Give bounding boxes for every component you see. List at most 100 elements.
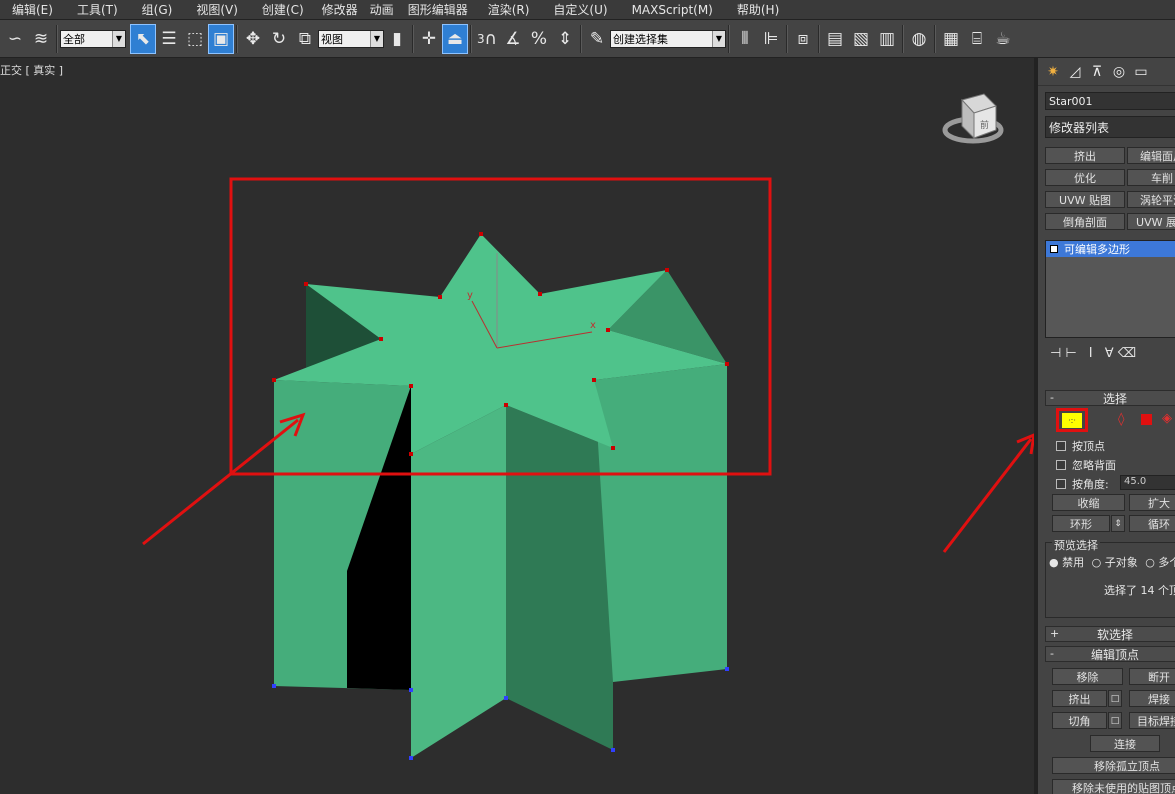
- edge-mode-icon[interactable]: ◊: [1118, 412, 1124, 427]
- expand-icon[interactable]: [1050, 245, 1058, 253]
- menu-create[interactable]: 创建(C): [250, 1, 316, 18]
- create-tab-icon[interactable]: ✷: [1042, 61, 1064, 83]
- selection-rollout-header[interactable]: - 选择: [1045, 390, 1175, 406]
- modifier-uvw-map-button[interactable]: UVW 贴图: [1045, 191, 1125, 208]
- keyboard-shortcut-override-icon[interactable]: ⏏: [442, 23, 468, 54]
- menu-tools[interactable]: 工具(T): [65, 1, 130, 18]
- modify-tab-icon[interactable]: ◿: [1064, 61, 1086, 83]
- break-vertex-button[interactable]: 断开: [1129, 668, 1175, 685]
- menu-animation[interactable]: 动画: [364, 1, 400, 18]
- polygon-mode-icon[interactable]: [1141, 414, 1152, 425]
- menu-views[interactable]: 视图(V): [184, 1, 250, 18]
- radio-icon[interactable]: ○: [1145, 556, 1155, 569]
- modifier-bevel-profile-button[interactable]: 倒角剖面: [1045, 213, 1125, 230]
- pin-stack-icon[interactable]: ⊣⊢: [1050, 346, 1081, 361]
- menu-rendering[interactable]: 渲染(R): [476, 1, 542, 18]
- selection-filter-dropdown[interactable]: 全部 ▼: [60, 29, 126, 48]
- weld-vertex-button[interactable]: 焊接: [1129, 690, 1175, 707]
- rotate-icon[interactable]: ↻: [266, 24, 292, 54]
- vertex-mode-icon[interactable]: ·:·: [1061, 412, 1083, 429]
- angle-snap-icon[interactable]: ∡: [500, 24, 526, 54]
- viewport-label[interactable]: 正交 [ 真实 ]: [0, 62, 63, 78]
- soft-selection-rollout-header[interactable]: + 软选择: [1045, 626, 1175, 642]
- modifier-turbosmooth-button[interactable]: 涡轮平滑: [1127, 191, 1175, 208]
- modifier-extrude-button[interactable]: 挤出: [1045, 147, 1125, 164]
- viewport[interactable]: x y 前 正交 [ 真实 ]: [0, 58, 1034, 794]
- remove-unused-map-vertices-button[interactable]: 移除未使用的贴图顶点: [1052, 779, 1175, 794]
- curve-editor-icon[interactable]: ▧: [848, 24, 874, 54]
- connect-vertex-button[interactable]: 连接: [1090, 735, 1160, 752]
- menu-help[interactable]: 帮助(H): [725, 1, 791, 18]
- hierarchy-tab-icon[interactable]: ⊼: [1086, 61, 1108, 83]
- menu-modifiers[interactable]: 修改器: [316, 1, 364, 18]
- chamfer-vertex-button[interactable]: 切角: [1052, 712, 1107, 729]
- ring-button[interactable]: 环形: [1052, 515, 1110, 532]
- viewport-canvas[interactable]: x y 前: [0, 58, 1034, 794]
- link-icon[interactable]: ∽: [2, 24, 28, 54]
- menu-maxscript[interactable]: MAXScript(M): [620, 3, 725, 17]
- percent-snap-icon[interactable]: %: [526, 24, 552, 54]
- modifier-uvw-unwrap-button[interactable]: UVW 展开: [1127, 213, 1175, 230]
- toolbar-separator: [902, 24, 904, 53]
- menu-edit[interactable]: 编辑(E): [0, 1, 65, 18]
- select-by-name-icon[interactable]: ☰: [156, 24, 182, 54]
- bind-space-warp-icon[interactable]: ≋: [28, 24, 54, 54]
- motion-tab-icon[interactable]: ◎: [1108, 61, 1130, 83]
- ring-spinner-icon[interactable]: ⇕: [1111, 515, 1125, 532]
- layer-manager-icon[interactable]: ⧈: [790, 24, 816, 54]
- element-mode-icon[interactable]: ◈: [1162, 411, 1172, 426]
- modifier-lathe-button[interactable]: 车削: [1127, 169, 1175, 186]
- window-crossing-icon[interactable]: ▣: [208, 23, 234, 54]
- scale-icon[interactable]: ⧉: [292, 24, 318, 54]
- by-angle-checkbox[interactable]: 按角度:: [1056, 476, 1109, 492]
- menu-group[interactable]: 组(G): [130, 1, 185, 18]
- extrude-vertex-button[interactable]: 挤出: [1052, 690, 1107, 707]
- edit-named-selection-icon[interactable]: ✎: [584, 24, 610, 54]
- viewcube[interactable]: 前: [942, 93, 1004, 144]
- edit-vertices-rollout-header[interactable]: - 编辑顶点: [1045, 646, 1175, 662]
- snap-toggle-icon[interactable]: 3 ∩: [474, 24, 500, 54]
- mirror-icon[interactable]: ⫴: [732, 24, 758, 54]
- make-unique-icon[interactable]: ∀: [1105, 346, 1118, 361]
- reference-coord-dropdown[interactable]: 视图 ▼: [318, 29, 384, 48]
- object-name-field[interactable]: Star001: [1045, 92, 1175, 110]
- material-editor-icon[interactable]: ◍: [906, 24, 932, 54]
- move-icon[interactable]: ✥: [240, 24, 266, 54]
- align-icon[interactable]: ⊫: [758, 24, 784, 54]
- pivot-center-icon[interactable]: ▮: [384, 24, 410, 54]
- chamfer-settings-icon[interactable]: □: [1108, 712, 1122, 729]
- grow-button[interactable]: 扩大: [1129, 494, 1175, 511]
- show-end-result-icon[interactable]: Ⅰ: [1089, 346, 1097, 361]
- select-manipulate-icon[interactable]: ✛: [416, 24, 442, 54]
- named-selection-dropdown[interactable]: 创建选择集 ▼: [610, 29, 726, 48]
- stack-item-editable-poly[interactable]: 可编辑多边形: [1046, 241, 1175, 257]
- display-tab-icon[interactable]: ▭: [1130, 61, 1152, 83]
- shrink-button[interactable]: 收缩: [1052, 494, 1125, 511]
- spinner-snap-icon[interactable]: ⇕: [552, 24, 578, 54]
- modifier-edit-patch-button[interactable]: 编辑面片: [1127, 147, 1175, 164]
- preview-selection-label: 预览选择: [1052, 537, 1100, 553]
- ignore-backfacing-checkbox[interactable]: 忽略背面: [1056, 457, 1116, 473]
- modifier-stack[interactable]: 可编辑多边形: [1045, 240, 1175, 338]
- radio-icon[interactable]: ○: [1092, 556, 1102, 569]
- extrude-settings-icon[interactable]: □: [1108, 690, 1122, 707]
- modifier-list-dropdown[interactable]: 修改器列表: [1045, 116, 1175, 138]
- modifier-optimize-button[interactable]: 优化: [1045, 169, 1125, 186]
- menu-customize[interactable]: 自定义(U): [541, 1, 619, 18]
- remove-isolated-vertices-button[interactable]: 移除孤立顶点: [1052, 757, 1175, 774]
- remove-vertex-button[interactable]: 移除: [1052, 668, 1123, 685]
- loop-button[interactable]: 循环: [1129, 515, 1175, 532]
- graphite-toolbar-icon[interactable]: ▤: [822, 24, 848, 54]
- select-object-icon[interactable]: ⬉: [130, 23, 156, 54]
- by-vertex-checkbox[interactable]: 按顶点: [1056, 438, 1105, 454]
- schematic-view-icon[interactable]: ▥: [874, 24, 900, 54]
- render-setup-icon[interactable]: ▦: [938, 24, 964, 54]
- rendered-frame-icon[interactable]: ⌸: [964, 24, 990, 54]
- target-weld-button[interactable]: 目标焊接: [1129, 712, 1175, 729]
- radio-selected-icon[interactable]: ●: [1049, 556, 1059, 569]
- remove-modifier-icon[interactable]: ⌫: [1118, 346, 1140, 361]
- angle-value-field[interactable]: 45.0: [1120, 475, 1175, 490]
- menu-graph-editors[interactable]: 图形编辑器: [400, 1, 476, 18]
- rect-selection-icon[interactable]: ⬚: [182, 24, 208, 54]
- render-teapot-icon[interactable]: ☕: [990, 24, 1016, 54]
